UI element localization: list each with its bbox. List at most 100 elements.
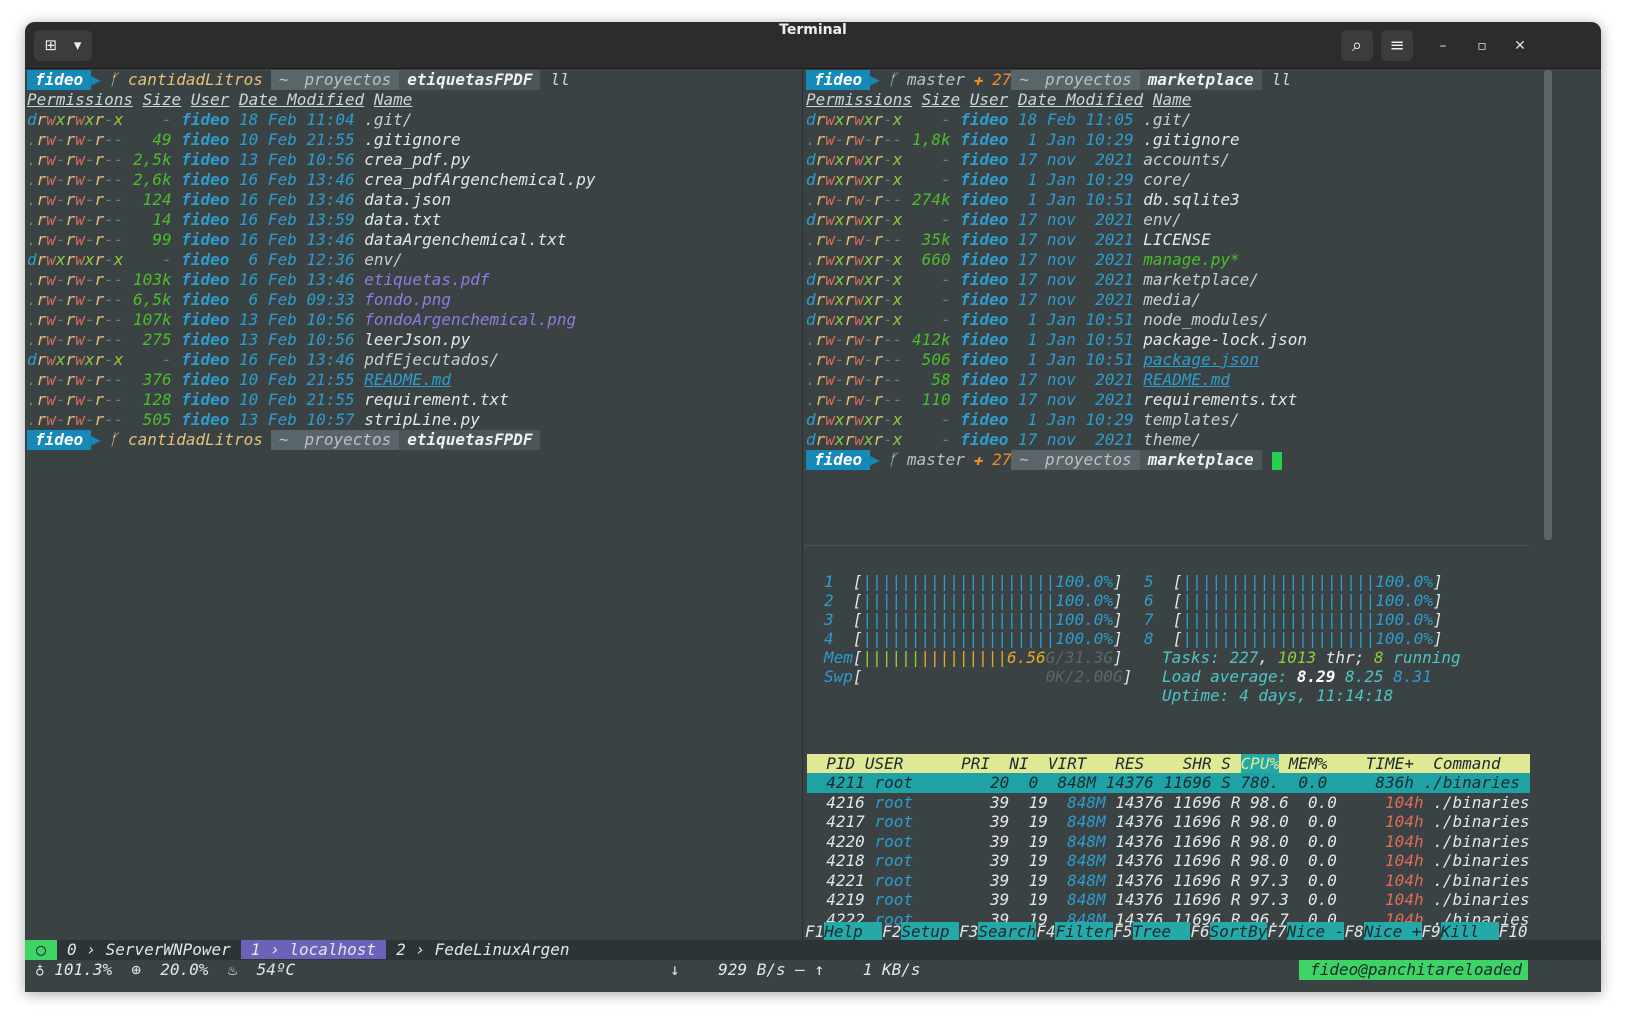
file-name[interactable]: data.json bbox=[364, 190, 451, 209]
file-name[interactable]: leerJson.py bbox=[364, 330, 470, 349]
file-name[interactable]: requirement.txt bbox=[364, 390, 509, 409]
download-arrow-icon: ↓ bbox=[670, 960, 680, 979]
column-header-cpu[interactable]: CPU% bbox=[1240, 754, 1280, 773]
file-name[interactable]: theme/ bbox=[1143, 430, 1201, 449]
pane-divider[interactable] bbox=[802, 70, 803, 940]
file-name[interactable]: README.md bbox=[364, 370, 451, 389]
window-index: 0 bbox=[67, 940, 77, 959]
column-header-pid[interactable]: PID bbox=[826, 754, 855, 773]
column-header-ni[interactable]: NI bbox=[1009, 754, 1028, 773]
column-header-shr[interactable]: SHR bbox=[1183, 754, 1212, 773]
file-name[interactable]: package.json bbox=[1143, 350, 1259, 369]
file-name[interactable]: core/ bbox=[1143, 170, 1191, 189]
column-header-mem[interactable]: MEM% bbox=[1289, 754, 1328, 773]
process-row[interactable]: 4221 root 39 19 848M 14376 11696 R 97.3 … bbox=[807, 871, 1530, 891]
file-name[interactable]: marketplace/ bbox=[1143, 270, 1259, 289]
file-size: - bbox=[912, 150, 951, 169]
column-header-virt[interactable]: VIRT bbox=[1048, 754, 1087, 773]
process-row[interactable]: 4211 root 20 0 848M 14376 11696 S 780. 0… bbox=[807, 773, 1530, 793]
minimize-button[interactable]: – bbox=[1431, 34, 1455, 58]
tmux-window[interactable]: 2 › FedeLinuxArgen bbox=[386, 940, 579, 959]
function-key[interactable]: F4 bbox=[1036, 922, 1055, 941]
tmux-window[interactable]: 0 › ServerWNPower bbox=[57, 940, 241, 959]
function-key-label[interactable]: Setup bbox=[901, 922, 960, 941]
file-name[interactable]: stripLine.py bbox=[364, 410, 480, 429]
process-row[interactable]: 4216 root 39 19 848M 14376 11696 R 98.6 … bbox=[807, 793, 1530, 813]
close-button[interactable]: ✕ bbox=[1508, 34, 1532, 58]
left-pane[interactable]: fideo ▶ ᚶ cantidadLitros ~ proyectos etiqueta… bbox=[25, 70, 802, 940]
tasks-label: Tasks: bbox=[1162, 648, 1220, 667]
file-name[interactable]: fondoArgenchemical.png bbox=[364, 310, 576, 329]
cpu-value: 100.0% bbox=[1055, 591, 1113, 610]
permissions: .rw-rw-r-- bbox=[27, 230, 124, 249]
process-row[interactable]: 4220 root 39 19 848M 14376 11696 R 98.0 … bbox=[807, 832, 1530, 852]
function-key[interactable]: F6 bbox=[1190, 922, 1209, 941]
function-key-label[interactable]: Kill bbox=[1440, 922, 1499, 941]
column-header-s[interactable]: S bbox=[1221, 754, 1231, 773]
file-name[interactable]: node_modules/ bbox=[1143, 310, 1268, 329]
function-key-label[interactable]: Help bbox=[824, 922, 883, 941]
file-name[interactable]: pdfEjecutados/ bbox=[364, 350, 499, 369]
function-key-label[interactable]: Nice + bbox=[1363, 922, 1422, 941]
file-name[interactable]: fondo.png bbox=[364, 290, 451, 309]
maximize-button[interactable]: ▫ bbox=[1470, 34, 1494, 58]
file-user: fideo bbox=[960, 130, 1009, 149]
function-key[interactable]: F3 bbox=[959, 922, 978, 941]
search-button[interactable]: ⌕ bbox=[1341, 30, 1373, 61]
function-key[interactable]: F10 bbox=[1499, 922, 1528, 941]
session-icon[interactable]: ◯ bbox=[25, 940, 57, 960]
right-pane[interactable]: fideo ▶ ᚶ master ✚ 27 ~ proyectos marketplace l… bbox=[804, 70, 1552, 545]
column-header-time[interactable]: TIME+ bbox=[1366, 754, 1414, 773]
file-name[interactable]: package-lock.json bbox=[1143, 330, 1307, 349]
menu-button[interactable]: ≡ bbox=[1381, 30, 1413, 61]
file-name[interactable]: crea_pdf.py bbox=[364, 150, 470, 169]
file-name[interactable]: .gitignore bbox=[1143, 130, 1239, 149]
function-key[interactable]: F5 bbox=[1113, 922, 1132, 941]
column-header-pri[interactable]: PRI bbox=[961, 754, 990, 773]
function-key-label[interactable]: Nice - bbox=[1286, 922, 1345, 941]
file-name[interactable]: LICENSE bbox=[1143, 230, 1210, 249]
scrollbar[interactable] bbox=[1544, 70, 1552, 540]
file-row: drwxrwxr-x - fideo 18 Feb 11:04 .git/ bbox=[27, 110, 412, 130]
file-name[interactable]: media/ bbox=[1143, 290, 1201, 309]
git-changes: ✚ 27 bbox=[972, 70, 1012, 89]
function-key[interactable]: F1 bbox=[805, 922, 824, 941]
column-header-command[interactable]: Command bbox=[1433, 754, 1500, 773]
file-name[interactable]: .git/ bbox=[1143, 110, 1191, 129]
terminal-content[interactable]: fideo ▶ ᚶ cantidadLitros ~ proyectos etiqueta… bbox=[25, 70, 1601, 992]
function-key[interactable]: F8 bbox=[1344, 922, 1363, 941]
function-key[interactable]: F7 bbox=[1267, 922, 1286, 941]
process-row[interactable]: 4219 root 39 19 848M 14376 11696 R 97.3 … bbox=[807, 890, 1530, 910]
function-key[interactable]: F2 bbox=[882, 922, 901, 941]
cursor[interactable] bbox=[1271, 451, 1282, 470]
file-name[interactable]: db.sqlite3 bbox=[1143, 190, 1239, 209]
htop-pane[interactable]: 1 [||||||||||||||||||||100.0%] 2 [|||||||… bbox=[804, 545, 1530, 941]
file-name[interactable]: .gitignore bbox=[364, 130, 460, 149]
column-header-user[interactable]: USER bbox=[865, 754, 904, 773]
file-name[interactable]: templates/ bbox=[1143, 410, 1239, 429]
function-key-label[interactable]: SortBy bbox=[1209, 922, 1268, 941]
process-row[interactable]: 4218 root 39 19 848M 14376 11696 R 98.0 … bbox=[807, 851, 1530, 871]
file-name[interactable]: etiquetas.pdf bbox=[364, 270, 489, 289]
file-name[interactable]: manage.py* bbox=[1143, 250, 1239, 269]
process-table-header: PID USER PRI NI VIRT RES SHR S CPU% MEM%… bbox=[807, 754, 1530, 773]
prompt-user: fideo bbox=[27, 70, 92, 90]
file-name[interactable]: data.txt bbox=[364, 210, 441, 229]
file-name[interactable]: .git/ bbox=[364, 110, 412, 129]
file-name[interactable]: crea_pdfArgenchemical.py bbox=[364, 170, 595, 189]
file-name[interactable]: README.md bbox=[1143, 370, 1230, 389]
function-key-label[interactable]: Tree bbox=[1132, 922, 1191, 941]
function-key[interactable]: F9 bbox=[1422, 922, 1441, 941]
file-name[interactable]: env/ bbox=[1143, 210, 1182, 229]
tmux-window[interactable]: 1 › localhost bbox=[240, 940, 387, 959]
file-name[interactable]: accounts/ bbox=[1143, 150, 1230, 169]
process-row[interactable]: 4217 root 39 19 848M 14376 11696 R 98.0 … bbox=[807, 812, 1530, 832]
function-key-label[interactable]: Search bbox=[978, 922, 1037, 941]
function-key-label[interactable]: Filter bbox=[1055, 922, 1114, 941]
file-name[interactable]: dataArgenchemical.txt bbox=[364, 230, 566, 249]
column-header-res[interactable]: RES bbox=[1115, 754, 1144, 773]
file-name[interactable]: env/ bbox=[364, 250, 403, 269]
host-badge: fideo@panchitareloaded bbox=[1299, 960, 1528, 980]
file-name[interactable]: requirements.txt bbox=[1143, 390, 1297, 409]
cpu-value: 100.0% bbox=[1055, 572, 1113, 591]
